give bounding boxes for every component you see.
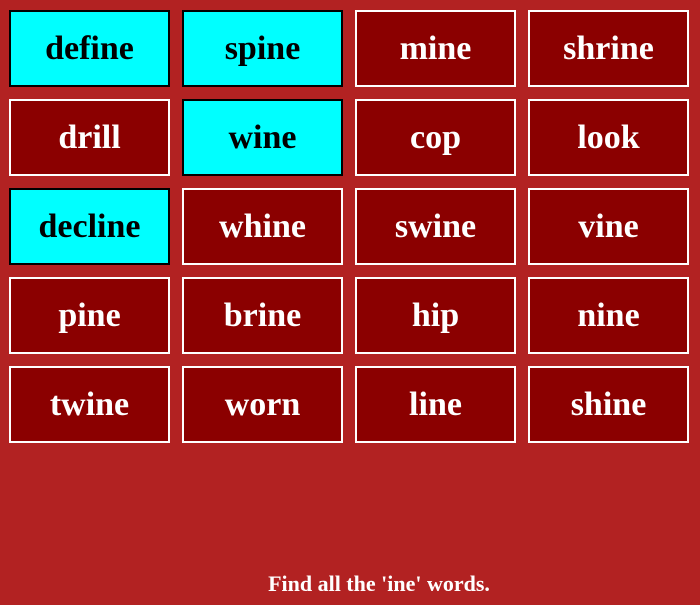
word-tile[interactable]: pine — [9, 277, 170, 354]
word-tile[interactable]: worn — [182, 366, 343, 443]
word-tile[interactable]: brine — [182, 277, 343, 354]
word-tile[interactable]: swine — [355, 188, 516, 265]
word-tile[interactable]: shine — [528, 366, 689, 443]
word-tile[interactable]: vine — [528, 188, 689, 265]
word-tile[interactable]: decline — [9, 188, 170, 265]
word-tile[interactable]: twine — [9, 366, 170, 443]
word-grid: define spine mine shrine drill wine cop … — [9, 10, 689, 443]
word-tile[interactable]: define — [9, 10, 170, 87]
word-tile[interactable]: look — [528, 99, 689, 176]
word-tile[interactable]: cop — [355, 99, 516, 176]
word-tile[interactable]: whine — [182, 188, 343, 265]
word-tile[interactable]: shrine — [528, 10, 689, 87]
word-tile[interactable]: drill — [9, 99, 170, 176]
instruction-text: Find all the 'ine' words. — [268, 571, 490, 596]
word-tile[interactable]: mine — [355, 10, 516, 87]
word-tile[interactable]: spine — [182, 10, 343, 87]
word-tile[interactable]: nine — [528, 277, 689, 354]
word-tile[interactable]: hip — [355, 277, 516, 354]
word-tile[interactable]: line — [355, 366, 516, 443]
word-tile[interactable]: wine — [182, 99, 343, 176]
